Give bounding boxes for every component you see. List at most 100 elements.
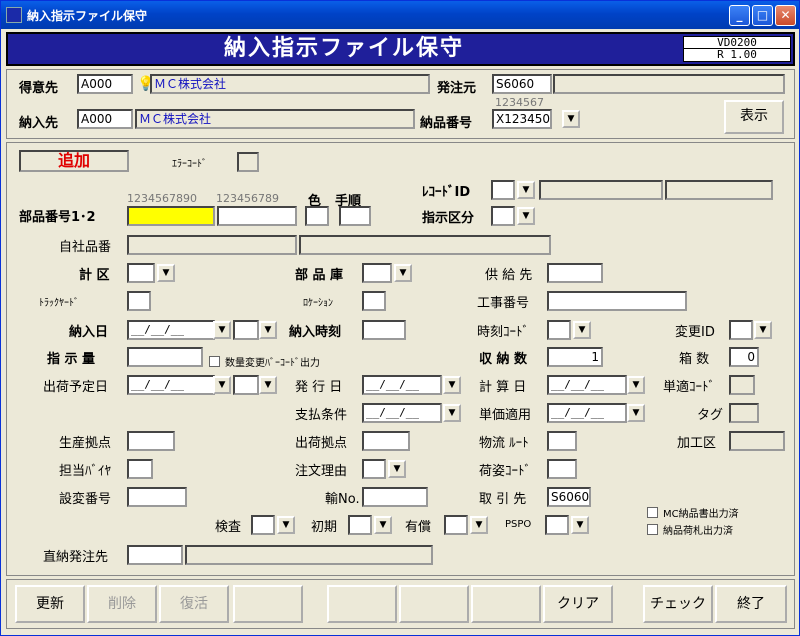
- jikoku-code-input[interactable]: [547, 320, 571, 340]
- yusho-input[interactable]: [444, 515, 468, 535]
- blank-button-3[interactable]: [399, 585, 469, 623]
- kensa-input[interactable]: [251, 515, 275, 535]
- sekkei-input[interactable]: [127, 487, 187, 507]
- chokuno-name-field: [185, 545, 433, 565]
- end-button[interactable]: 終了: [715, 585, 787, 623]
- shoki-input[interactable]: [348, 515, 372, 535]
- keisan-dropdown[interactable]: ▼: [627, 376, 645, 394]
- nonyubi-dropdown[interactable]: ▼: [213, 321, 231, 339]
- seisan-label: 生産拠点: [59, 436, 112, 451]
- restore-button[interactable]: 復活: [159, 585, 229, 623]
- version-box: VD0200 R 1.00: [683, 36, 791, 62]
- pspo-dropdown[interactable]: ▼: [571, 516, 589, 534]
- shiji-qty-label: 指 示 量: [47, 352, 96, 367]
- torihiki-input[interactable]: S6060: [547, 487, 591, 507]
- mc-nohinsho-checkbox[interactable]: [647, 507, 658, 518]
- location-input[interactable]: [362, 291, 386, 311]
- title-bar: 納入指示ファイル保守 _ □ ✕: [1, 1, 799, 29]
- buhinko-input[interactable]: [362, 263, 392, 283]
- update-button[interactable]: 更新: [15, 585, 85, 623]
- hako-input[interactable]: 0: [729, 347, 759, 367]
- shiharai-dropdown[interactable]: ▼: [443, 404, 461, 422]
- chumon-input[interactable]: [362, 459, 386, 479]
- tanka-label: 単価適用: [479, 408, 532, 423]
- chumon-dropdown[interactable]: ▼: [388, 460, 406, 478]
- shiji-kubun-label: 指示区分: [422, 211, 475, 226]
- henko-id-input[interactable]: [729, 320, 753, 340]
- shukka-yotei-input[interactable]: __/__/__: [127, 375, 215, 395]
- tanka-dropdown[interactable]: ▼: [627, 404, 645, 422]
- pspo-input[interactable]: [545, 515, 569, 535]
- nonyubi-input[interactable]: __/__/__: [127, 320, 215, 340]
- qty-change-checkbox[interactable]: [209, 356, 220, 367]
- hakko-dropdown[interactable]: ▼: [443, 376, 461, 394]
- keiku-input[interactable]: [127, 263, 155, 283]
- sekkei-label: 設変番号: [59, 492, 112, 507]
- koji-input[interactable]: [547, 291, 687, 311]
- shukka-kyoten-input[interactable]: [362, 431, 410, 451]
- hakko-input[interactable]: __/__/__: [362, 375, 442, 395]
- shiji-qty-input[interactable]: [127, 347, 203, 367]
- part-number-label: 部品番号1･2: [19, 210, 96, 225]
- tanka-input[interactable]: __/__/__: [547, 403, 627, 423]
- chokuno-input[interactable]: [127, 545, 183, 565]
- yusou-input[interactable]: [362, 487, 428, 507]
- show-button[interactable]: 表示: [724, 100, 784, 134]
- nohin-number-input[interactable]: X123450: [492, 109, 552, 129]
- hacchu-code-input[interactable]: S6060: [492, 74, 552, 94]
- seisan-input[interactable]: [127, 431, 175, 451]
- shiji-kubun-dropdown[interactable]: ▼: [517, 207, 535, 225]
- color-input[interactable]: [305, 206, 329, 226]
- shoki-dropdown[interactable]: ▼: [374, 516, 392, 534]
- nonyujikoku-input[interactable]: [362, 320, 406, 340]
- delete-button[interactable]: 削除: [87, 585, 157, 623]
- henko-id-dropdown[interactable]: ▼: [754, 321, 772, 339]
- nisugata-input[interactable]: [547, 459, 577, 479]
- track-input[interactable]: [127, 291, 151, 311]
- clear-button[interactable]: クリア: [543, 585, 613, 623]
- tanto-input[interactable]: [127, 459, 153, 479]
- minimize-button[interactable]: _: [729, 5, 750, 26]
- tokui-code-input[interactable]: A000: [77, 74, 133, 94]
- shiharai-input[interactable]: __/__/__: [362, 403, 442, 423]
- shuno-input[interactable]: 1: [547, 347, 603, 367]
- shukka-yotei-dropdown[interactable]: ▼: [213, 376, 231, 394]
- buhinko-label: 部 品 庫: [295, 268, 344, 283]
- part-number-2-input[interactable]: [217, 206, 297, 226]
- close-button[interactable]: ✕: [775, 5, 796, 26]
- record-id-input[interactable]: [491, 180, 515, 200]
- kensa-dropdown[interactable]: ▼: [277, 516, 295, 534]
- torihiki-label: 取 引 先: [479, 492, 527, 507]
- blank-button-2[interactable]: [327, 585, 397, 623]
- record-id-dropdown[interactable]: ▼: [517, 181, 535, 199]
- shukka-yotei-sub-input[interactable]: [233, 375, 259, 395]
- blank-button-1[interactable]: [233, 585, 303, 623]
- hacchu-label: 発注元: [437, 81, 477, 96]
- nonyubi-sub-dropdown[interactable]: ▼: [259, 321, 277, 339]
- buhinko-dropdown[interactable]: ▼: [394, 264, 412, 282]
- part-number-1-input[interactable]: [127, 206, 215, 226]
- koji-label: 工事番号: [477, 296, 530, 311]
- yusho-dropdown[interactable]: ▼: [470, 516, 488, 534]
- nohin-nifuda-checkbox[interactable]: [647, 524, 658, 535]
- kako-field: [729, 431, 785, 451]
- check-button[interactable]: チェック: [643, 585, 713, 623]
- tejun-input[interactable]: [339, 206, 371, 226]
- shukka-yotei-sub-dropdown[interactable]: ▼: [259, 376, 277, 394]
- butsuryu-input[interactable]: [547, 431, 577, 451]
- nonyu-code-input[interactable]: A000: [77, 109, 133, 129]
- tag-label: タグ: [697, 408, 724, 423]
- nohin-dropdown[interactable]: ▼: [562, 110, 580, 128]
- lookup-bulb-icon[interactable]: 💡: [137, 76, 154, 92]
- kyukyu-input[interactable]: [547, 263, 603, 283]
- keisan-input[interactable]: __/__/__: [547, 375, 627, 395]
- shuno-label: 収 納 数: [479, 352, 528, 367]
- window-title: 納入指示ファイル保守: [27, 9, 148, 23]
- yusho-label: 有償: [405, 520, 432, 535]
- blank-button-4[interactable]: [471, 585, 541, 623]
- maximize-button[interactable]: □: [752, 5, 773, 26]
- nonyubi-sub-input[interactable]: [233, 320, 259, 340]
- shiji-kubun-input[interactable]: [491, 206, 515, 226]
- jikoku-code-dropdown[interactable]: ▼: [573, 321, 591, 339]
- keiku-dropdown[interactable]: ▼: [157, 264, 175, 282]
